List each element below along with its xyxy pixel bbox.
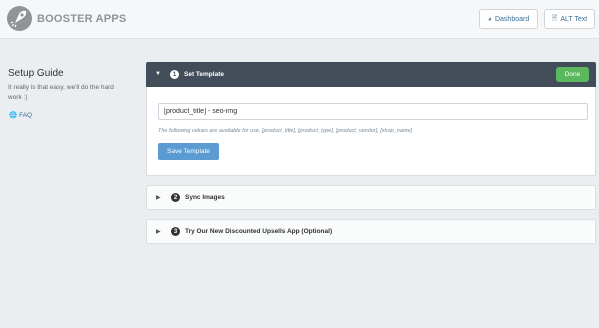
setup-guide-description: It really is that easy, we'll do the har… <box>8 84 114 101</box>
step-1-body: The following values are available for u… <box>146 87 596 176</box>
caret-right-icon: ▶ <box>156 229 161 235</box>
faq-label: FAQ <box>19 111 33 119</box>
step-title: Set Template <box>184 71 224 78</box>
template-input[interactable] <box>158 103 588 120</box>
done-button[interactable]: Done <box>556 67 589 82</box>
caret-down-icon: ▼ <box>155 71 161 77</box>
save-template-button[interactable]: Save Template <box>158 143 219 160</box>
caret-right-icon: ▶ <box>156 195 161 201</box>
step-number-badge: 1 <box>170 70 179 79</box>
step-number-badge: 3 <box>171 227 180 236</box>
document-icon: 🖹 <box>551 14 558 22</box>
step-title: Sync Images <box>185 194 225 201</box>
step-1-header[interactable]: ▼ 1 Set Template Done <box>146 62 596 87</box>
step-title: Try Our New Discounted Upsells App (Opti… <box>185 228 333 235</box>
dashboard-button-label: Dashboard <box>494 15 530 23</box>
dashboard-button[interactable]: ◕ Dashboard <box>479 9 538 29</box>
step-3-header[interactable]: ▶ 3 Try Our New Discounted Upsells App (… <box>146 219 596 244</box>
step-number-badge: 2 <box>171 193 180 202</box>
step-2-header[interactable]: ▶ 2 Sync Images <box>146 185 596 210</box>
top-bar: BOOSTER APPS ◕ Dashboard 🖹 ALT Text <box>0 0 599 39</box>
brand-name: BOOSTER APPS <box>37 13 127 25</box>
faq-link[interactable]: 🌐 FAQ <box>9 111 33 120</box>
template-help-text: The following values are available for u… <box>158 128 413 134</box>
alt-text-button[interactable]: 🖹 ALT Text <box>544 9 595 29</box>
alt-text-button-label: ALT Text <box>560 15 588 23</box>
setup-guide-title: Setup Guide <box>8 68 64 79</box>
globe-icon: 🌐 <box>9 112 18 119</box>
gauge-icon: ◕ <box>487 15 492 23</box>
rocket-logo-icon[interactable] <box>7 6 32 31</box>
